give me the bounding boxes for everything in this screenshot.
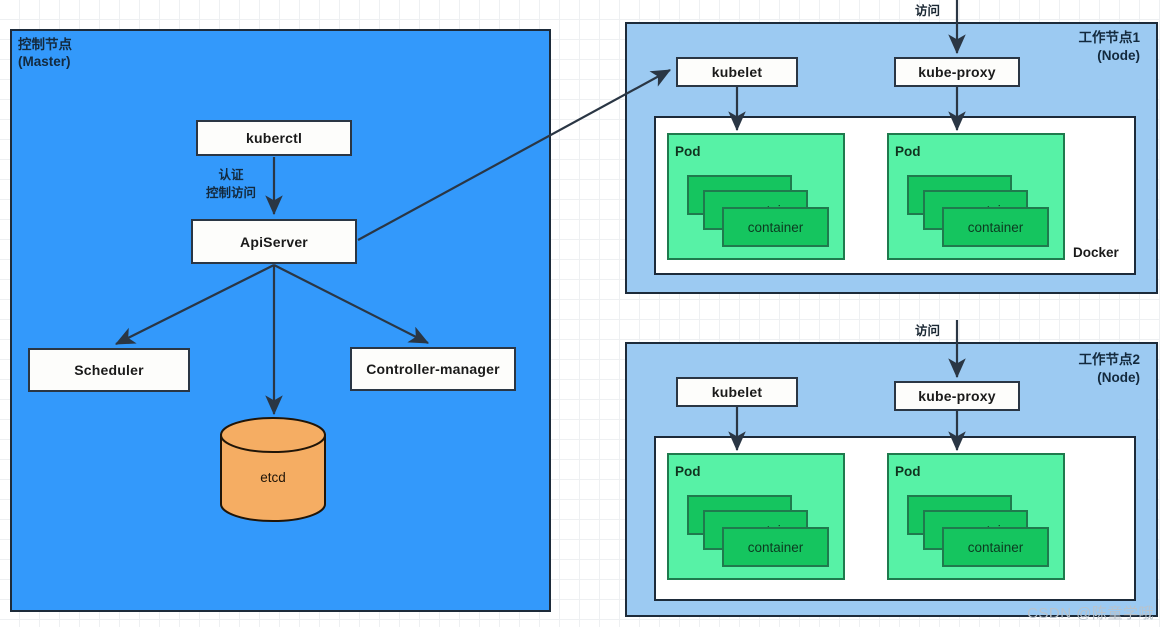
auth-control-access-label-line1: 认证 <box>218 168 244 182</box>
node2-access-label: 访问 <box>915 324 941 338</box>
node2-kubelet-box[interactable]: kubelet <box>676 377 798 407</box>
worker-node-1-label-line1: 工作节点1 <box>1078 30 1140 45</box>
node2-pod-2-container-1-label: container <box>967 540 1024 555</box>
node1-access-label: 访问 <box>915 4 941 18</box>
worker-node-2-label-line1: 工作节点2 <box>1078 352 1140 367</box>
worker-node-2-label-line2: (Node) <box>1097 370 1140 385</box>
master-node-label-line1: 控制节点 <box>18 37 72 52</box>
node2-kube-proxy-box[interactable]: kube-proxy <box>894 381 1020 411</box>
scheduler-box[interactable]: Scheduler <box>28 348 190 392</box>
etcd-label: etcd <box>260 470 286 485</box>
node1-pod-2-title: Pod <box>895 144 921 159</box>
node1-kube-proxy-box[interactable]: kube-proxy <box>894 57 1020 87</box>
node1-pod-2-container-1-label: container <box>967 220 1024 235</box>
kuberctl-box[interactable]: kuberctl <box>196 120 352 156</box>
worker-node-1-label-line2: (Node) <box>1097 48 1140 63</box>
csdn-watermark: CSDN @陈童学哦 <box>1027 605 1154 622</box>
node2-pod-1-title: Pod <box>675 464 701 479</box>
master-node-label-line2: (Master) <box>18 54 71 69</box>
auth-control-access-label-line2: 控制访问 <box>205 186 256 200</box>
apiserver-box[interactable]: ApiServer <box>191 219 357 264</box>
controller-manager-box[interactable]: Controller-manager <box>350 347 516 391</box>
etcd-cylinder[interactable]: etcd <box>219 417 327 522</box>
node1-docker-label: Docker <box>1073 245 1119 260</box>
node2-pod-2-title: Pod <box>895 464 921 479</box>
master-node-panel <box>10 29 551 612</box>
node2-pod-1-container-1-label: container <box>747 540 804 555</box>
node1-pod-1-title: Pod <box>675 144 701 159</box>
diagram-canvas: 控制节点 (Master) kuberctl 认证 控制访问 ApiServer… <box>0 0 1160 627</box>
node1-pod-1-container-1-label: container <box>747 220 804 235</box>
node1-kubelet-box[interactable]: kubelet <box>676 57 798 87</box>
